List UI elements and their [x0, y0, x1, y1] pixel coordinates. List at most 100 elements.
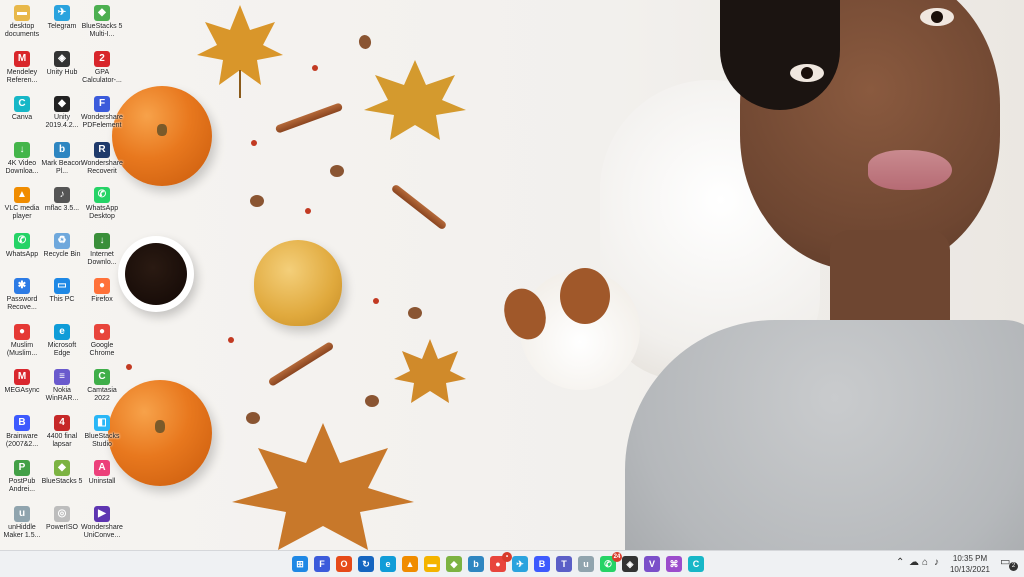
- desktop-icon-label: Internet Downlo...: [87, 250, 117, 266]
- desktop-icon-4k-video[interactable]: ↓ 4K Video Downloa...: [0, 139, 44, 183]
- person-shirt: [625, 320, 1024, 550]
- desktop-icon-canva[interactable]: C Canva: [0, 93, 44, 137]
- taskbar-app-vlc[interactable]: ▲: [402, 556, 418, 572]
- taskbar-app-unity[interactable]: ◈: [622, 556, 638, 572]
- desktop-icon-edge[interactable]: e Microsoft Edge: [40, 321, 84, 365]
- desktop-icon-bluestacks-multi[interactable]: ◆ BlueStacks 5 Multi-I...: [80, 2, 124, 46]
- windows-icon: ⊞: [296, 559, 304, 569]
- taskbar-app-visualstudio[interactable]: V: [644, 556, 660, 572]
- desktop-icon-internet-download[interactable]: ↓ Internet Downlo...: [80, 230, 124, 274]
- desktop-icon-camtasia[interactable]: C Camtasia 2022: [80, 366, 124, 410]
- taskbar-app-whatsapp[interactable]: ✆ 24: [600, 552, 622, 572]
- desktop-icon-firefox[interactable]: ● Firefox: [80, 275, 124, 319]
- desktop-icon-label: Camtasia 2022: [87, 387, 117, 402]
- recycle-bin-icon: ♻: [54, 232, 70, 249]
- desktop-icon-postpub[interactable]: P PostPub Andrei...: [0, 457, 44, 501]
- volume-icon[interactable]: ♪: [934, 557, 939, 568]
- cloud-icon[interactable]: ☁: [909, 557, 919, 568]
- desktop-icon-muslim-app[interactable]: ● Muslim (Muslim...: [0, 321, 44, 365]
- desktop-icon-label: This PC: [49, 296, 75, 303]
- desktop-icon-final-lapsar[interactable]: 4 4400 final lapsar: [40, 412, 84, 456]
- notification-center[interactable]: ▭ 2: [1000, 555, 1018, 571]
- beacon-icon: b: [473, 559, 479, 569]
- final-lapsar-icon: 4: [54, 414, 70, 431]
- taskbar-app-teams[interactable]: T: [556, 556, 572, 572]
- desktop-icon-label: 4400 final lapsar: [46, 432, 78, 448]
- coffee-cup: [118, 236, 194, 312]
- whatsapp-desktop-icon: ✆: [94, 187, 110, 203]
- cinnamon-stick: [274, 102, 344, 134]
- desktop-icon-label: GPA Calculator-...: [82, 68, 122, 84]
- start-button[interactable]: ⊞: [292, 556, 308, 572]
- desktop-icon-label: 4K Video Downloa...: [5, 159, 39, 175]
- uninstall-icon: A: [94, 460, 110, 476]
- acorn: [365, 395, 379, 407]
- desktop-icon-chrome[interactable]: ● Google Chrome: [80, 321, 124, 365]
- desktop-icon-uninstall[interactable]: A Uninstall: [80, 457, 124, 501]
- taskbar-app-beacon[interactable]: b: [468, 556, 484, 572]
- desktop-icon-brainware[interactable]: B Brainware (2007&2...: [0, 412, 44, 456]
- taskbar-app-canva[interactable]: C: [688, 556, 704, 572]
- desktop-icon-whatsapp-desktop[interactable]: ✆ WhatsApp Desktop: [80, 184, 124, 228]
- desktop-icon-this-pc[interactable]: ▭ This PC: [40, 275, 84, 319]
- desktop-icon-winrar[interactable]: ≡ Nokia WinRAR...: [40, 366, 84, 410]
- acorn: [408, 307, 422, 319]
- taskbar-app-vscode-purple[interactable]: ⌘: [666, 556, 682, 572]
- taskbar-app-telegram[interactable]: ✈: [512, 556, 528, 572]
- taskbar-app-unhiddle[interactable]: u: [578, 556, 594, 572]
- dog-ear: [560, 268, 610, 324]
- desktop-icon-label: Brainware (2007&2...: [5, 432, 39, 448]
- taskbar-app-explorer[interactable]: ▬: [424, 556, 440, 572]
- taskbar-app-recycle[interactable]: ↻: [358, 556, 374, 572]
- desktop-icon-label: PowerISO: [46, 523, 78, 531]
- taskbar-app-pdfelement[interactable]: F: [314, 556, 330, 572]
- desktop-icon-telegram[interactable]: ✈ Telegram: [40, 2, 84, 46]
- taskbar: ⊞ F O ↻ e ▲ ▬ ◆ b ● • ✈ B Tu ✆ 24 ◈ V ⌘ C ⌃ ☁ ⌂ ♪ 10:35 PM …: [0, 550, 1024, 577]
- desktop-icon-bluestacks[interactable]: ◆ BlueStacks 5: [40, 457, 84, 501]
- beacon-icon: b: [54, 141, 70, 158]
- taskbar-app-edge[interactable]: e: [380, 556, 396, 572]
- uniconverter-icon: ▶: [94, 505, 110, 522]
- camtasia-icon: C: [94, 369, 110, 385]
- taskbar-app-brainware[interactable]: B: [534, 556, 550, 572]
- desktop-icon-gpa-calculator[interactable]: 2 GPA Calculator-...: [80, 48, 124, 92]
- desktop-icon-uniconverter[interactable]: ▶ Wondershare UniConve...: [80, 503, 124, 547]
- desktop-icon-vlc[interactable]: ▲ VLC media player: [0, 184, 44, 228]
- chevron-up-icon[interactable]: ⌃: [896, 557, 904, 568]
- desktop-icon-megasync[interactable]: M MEGAsync: [0, 366, 44, 410]
- network-icon[interactable]: ⌂: [922, 557, 928, 568]
- taskbar-app-chrome[interactable]: ● •: [490, 552, 512, 572]
- desktop-icon-label: WhatsApp: [5, 250, 39, 258]
- desktop-icon-unity-hub[interactable]: ◈ Unity Hub: [40, 48, 84, 92]
- desktop-icon-label: unHiddle Maker 1.5...: [3, 523, 41, 539]
- maple-leaf: [394, 339, 466, 403]
- desktop-icon-password-recovery[interactable]: ✱ Password Recove...: [0, 275, 44, 319]
- 4k-video-icon: ↓: [14, 141, 30, 158]
- berry: [312, 65, 318, 71]
- desktop-icon-pdfelement[interactable]: F Wondershare PDFelement: [80, 93, 124, 137]
- clock[interactable]: 10:35 PM 10/13/2021: [946, 553, 994, 575]
- desktop-icon-beacon[interactable]: b Mark Beacon Pl...: [40, 139, 84, 183]
- desktop-icon-mendeley[interactable]: M Mendeley Referen...: [0, 48, 44, 92]
- office-icon: O: [340, 559, 348, 569]
- desktop-icon-label: Firefox: [91, 296, 113, 303]
- canva-icon: C: [692, 559, 700, 569]
- taskbar-app-office[interactable]: O: [336, 556, 352, 572]
- bluestacks-multi-icon: ◆: [94, 5, 110, 21]
- desktop-icon-bluestacks-studio[interactable]: ◧ BlueStacks Studio: [80, 412, 124, 456]
- desktop-icon-folder[interactable]: ▬ desktop documents: [0, 2, 44, 46]
- telegram-icon: ✈: [516, 559, 524, 569]
- desktop-icon-unity[interactable]: ◆ Unity 2019.4.2...: [40, 93, 84, 137]
- desktop-icon-recycle-bin[interactable]: ♻ Recycle Bin: [40, 230, 84, 274]
- bluestacks-icon: ◆: [450, 559, 458, 569]
- pumpkin-top: [112, 86, 212, 186]
- desktop-icon-unhiddle[interactable]: u unHiddle Maker 1.5...: [0, 503, 44, 547]
- desktop-icon-mflac[interactable]: ♪ mflac 3.5...: [40, 184, 84, 228]
- cinnamon-stick: [267, 341, 335, 387]
- vlc-icon: ▲: [405, 559, 415, 569]
- chrome-icon: ●: [94, 323, 110, 340]
- desktop-icon-poweriso[interactable]: ◎ PowerISO: [40, 503, 84, 547]
- desktop-icon-recoverit[interactable]: R Wondershare Recoverit: [80, 139, 124, 183]
- taskbar-app-bluestacks[interactable]: ◆: [446, 556, 462, 572]
- desktop-icon-whatsapp[interactable]: ✆ WhatsApp: [0, 230, 44, 274]
